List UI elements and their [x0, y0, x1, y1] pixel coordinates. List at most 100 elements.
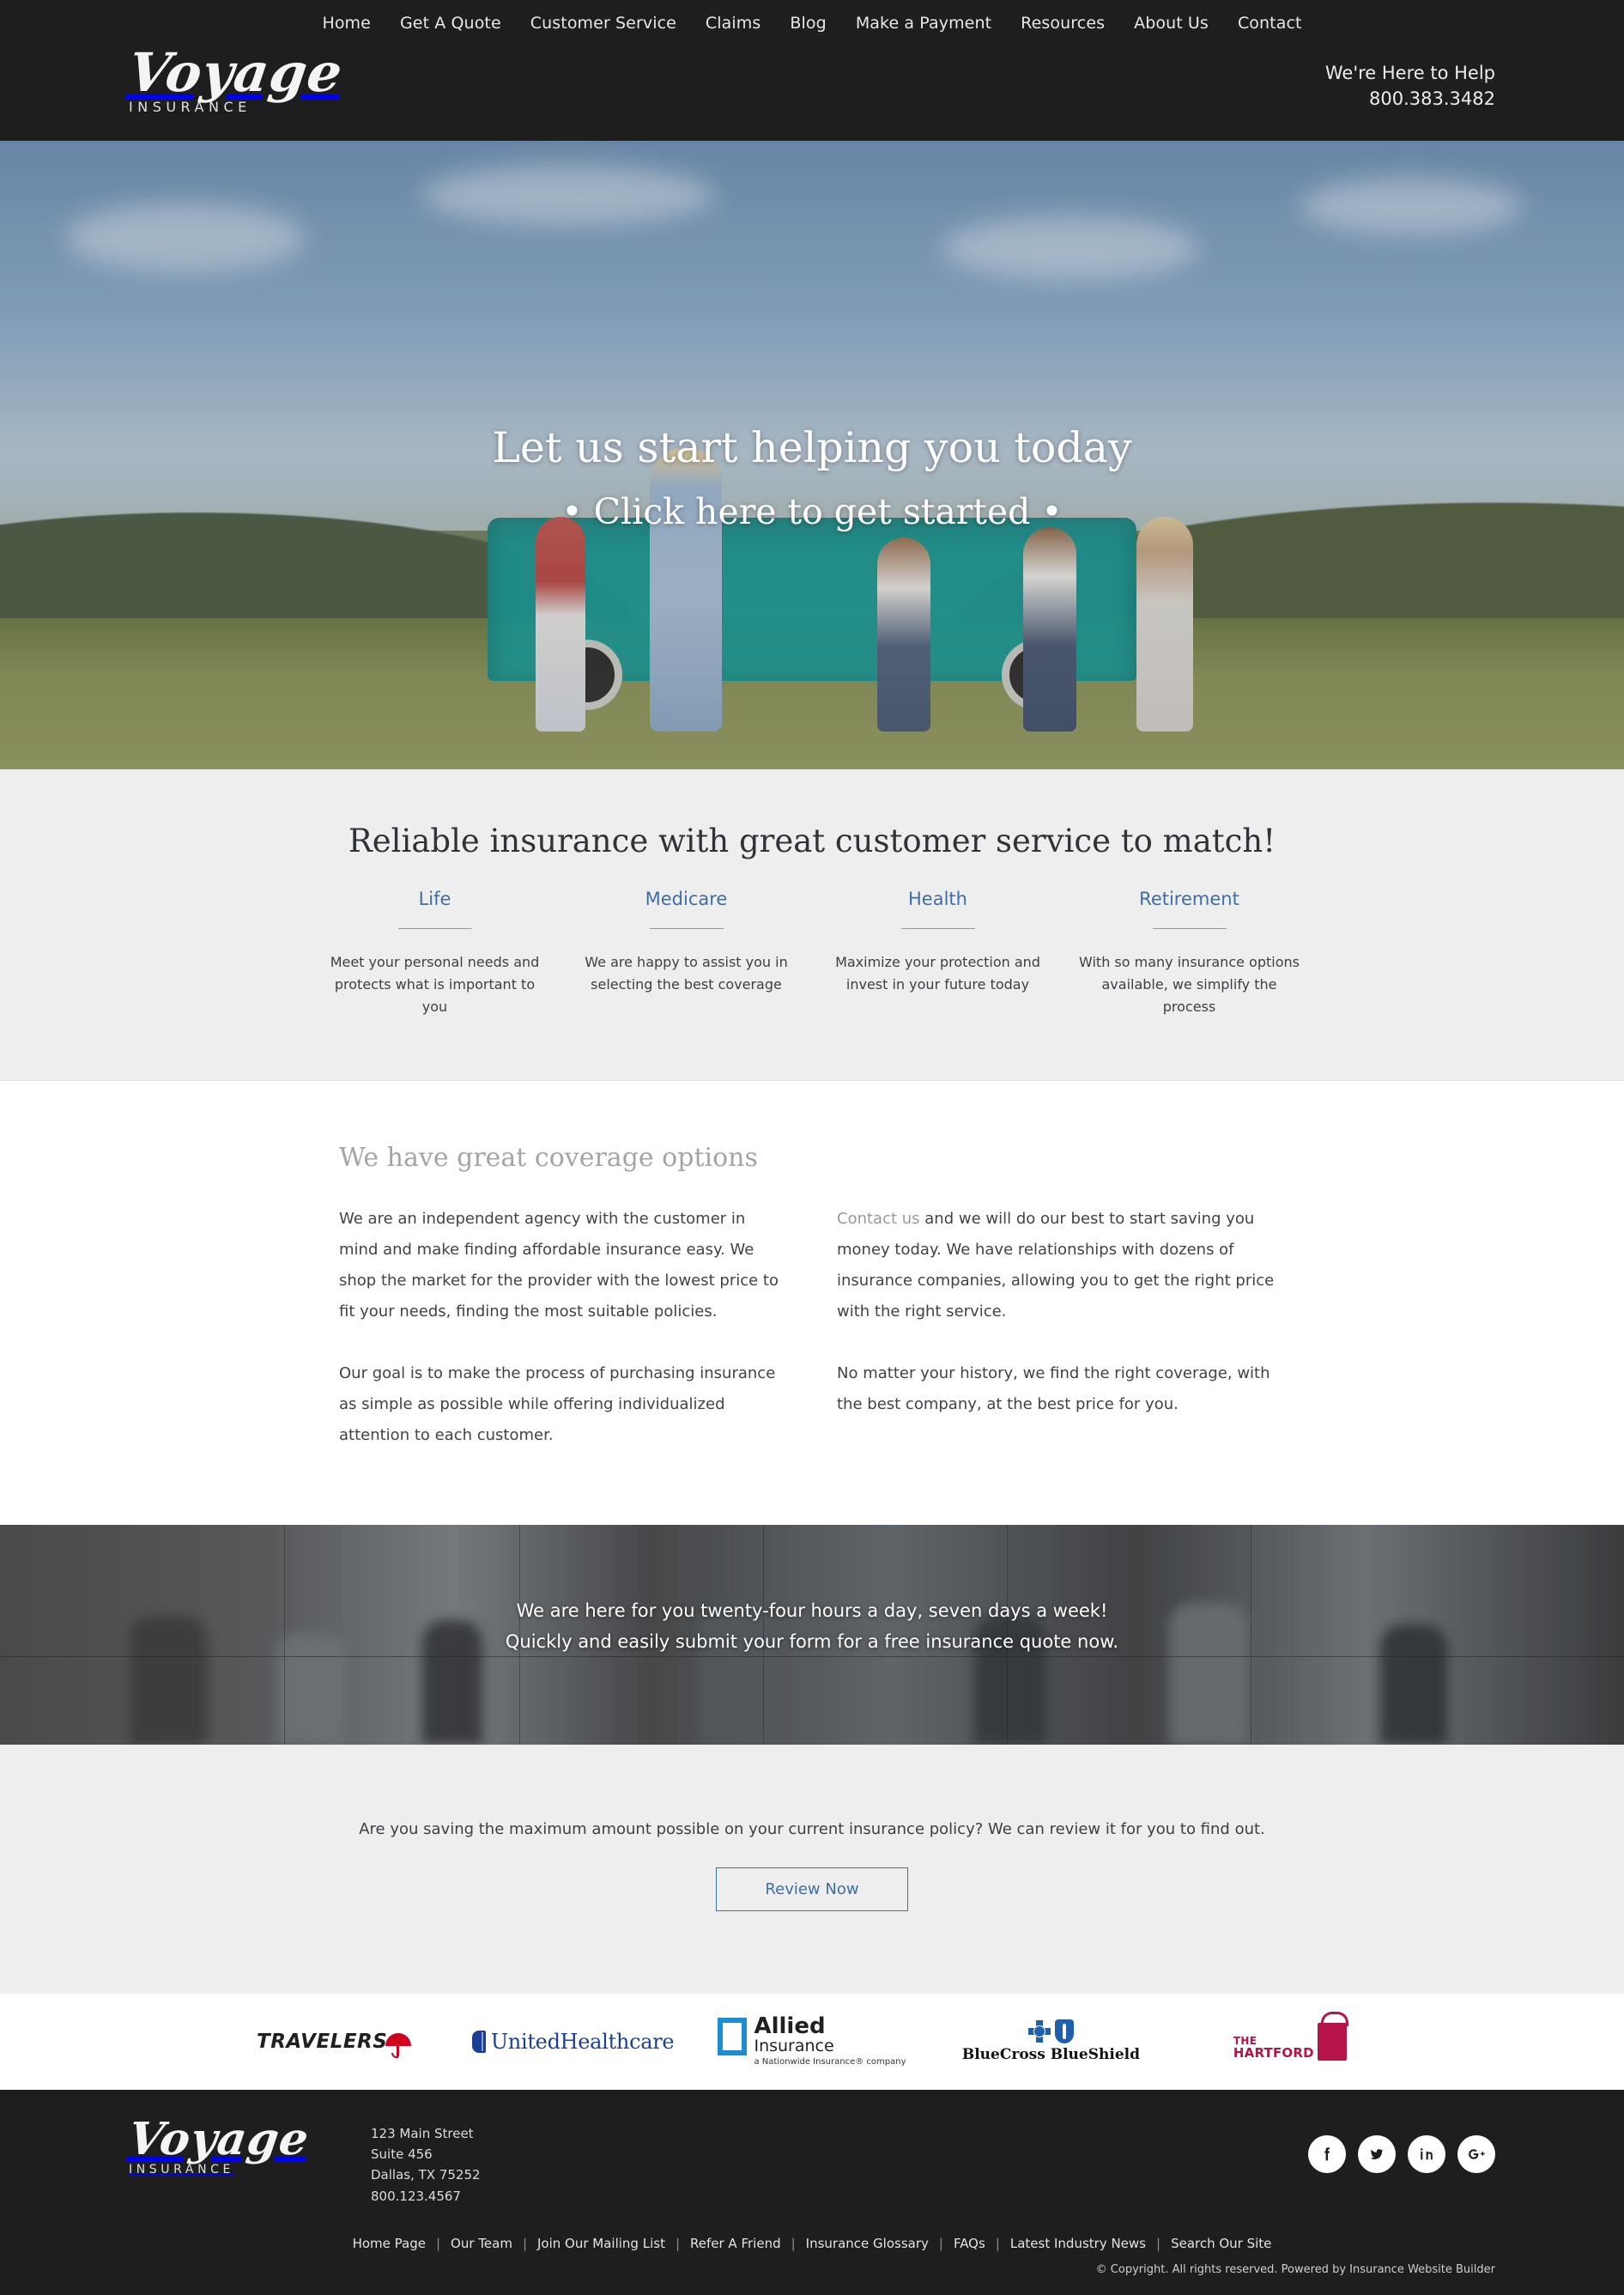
- header-brand-row: Voyage INSURANCE We're Here to Help 800.…: [0, 41, 1624, 141]
- blue-shield-icon: [1054, 2019, 1074, 2044]
- hero-headline: Let us start helping you today: [492, 422, 1132, 472]
- coverage-inner: We have great coverage options We are an…: [0, 1143, 1624, 1451]
- nav-item-claims[interactable]: Claims: [706, 14, 760, 33]
- footer-logo[interactable]: Voyage INSURANCE: [125, 2113, 343, 2177]
- footer-link-latest-industry-news[interactable]: Latest Industry News: [1000, 2236, 1156, 2251]
- service-title[interactable]: Medicare: [573, 889, 800, 909]
- service-link-life[interactable]: Life: [419, 889, 451, 909]
- twitter-icon[interactable]: [1358, 2134, 1396, 2173]
- allied-wordmark: Allied Insurance a Nationwide Insurance®…: [754, 2016, 906, 2067]
- page-root: Home Get A Quote Customer Service Claims…: [0, 0, 1624, 2295]
- service-card-health: Health Maximize your protection and inve…: [812, 889, 1063, 1018]
- carrier-unitedhealthcare[interactable]: UnitedHealthcare: [453, 2016, 692, 2067]
- hartford-wordmark: THE HARTFORD: [1233, 2036, 1314, 2060]
- banner-line-2: Quickly and easily submit your form for …: [505, 1630, 1119, 1652]
- address-phone[interactable]: 800.123.4567: [371, 2186, 481, 2207]
- promo-banner-section: We are here for you twenty-four hours a …: [0, 1524, 1624, 1745]
- services-section: Reliable insurance with great customer s…: [0, 768, 1624, 1081]
- coverage-column-right: Contact us and we will do our best to st…: [837, 1204, 1285, 1451]
- nav-item-get-a-quote[interactable]: Get A Quote: [400, 14, 501, 33]
- nav-item-make-a-payment[interactable]: Make a Payment: [856, 14, 991, 33]
- hero-section: Let us start helping you today • Click h…: [0, 140, 1624, 769]
- divider-rule: [900, 927, 975, 929]
- help-label: We're Here to Help: [1324, 63, 1495, 83]
- nav-item-home[interactable]: Home: [322, 14, 371, 33]
- allied-tagline: a Nationwide Insurance® company: [754, 2056, 906, 2067]
- review-now-button[interactable]: Review Now: [716, 1867, 908, 1911]
- carrier-travelers[interactable]: TRAVELERS: [215, 2016, 453, 2067]
- footer-top-row: Voyage INSURANCE 123 Main Street Suite 4…: [125, 2113, 1495, 2207]
- service-description: With so many insurance options available…: [1079, 953, 1300, 1015]
- cta-text: Are you saving the maximum amount possib…: [359, 1819, 1265, 1838]
- help-contact-block: We're Here to Help 800.383.3482: [1325, 48, 1495, 112]
- linkedin-icon[interactable]: [1408, 2134, 1445, 2173]
- carrier-bluecross-blueshield[interactable]: BlueCross BlueShield: [931, 2016, 1170, 2067]
- travelers-logo: TRAVELERS: [257, 2030, 412, 2058]
- coverage-paragraph: No matter your history, we find the righ…: [837, 1363, 1270, 1413]
- footer-logo-wordmark: Voyage: [124, 2112, 312, 2165]
- address-city-state-zip: Dallas, TX 75252: [371, 2167, 481, 2183]
- hero-text-block: Let us start helping you today • Click h…: [0, 422, 1624, 532]
- travelers-wordmark: TRAVELERS: [257, 2030, 388, 2053]
- service-description: We are happy to assist you in selecting …: [585, 953, 788, 993]
- stag-icon: [1317, 2011, 1348, 2061]
- footer-link-insurance-glossary[interactable]: Insurance Glossary: [796, 2236, 939, 2251]
- footer-link-our-team[interactable]: Our Team: [440, 2236, 523, 2251]
- coverage-heading: We have great coverage options: [339, 1142, 758, 1173]
- service-description: Maximize your protection and invest in y…: [835, 953, 1040, 993]
- service-card-medicare: Medicare We are happy to assist you in s…: [561, 889, 812, 1018]
- carrier-logos-section: TRAVELERS UnitedHealthcare Allied Insura…: [0, 1993, 1624, 2092]
- allied-logo: Allied Insurance a Nationwide Insurance®…: [718, 2016, 906, 2067]
- coverage-columns: We are an independent agency with the cu…: [339, 1204, 1285, 1451]
- service-title[interactable]: Life: [321, 889, 548, 909]
- blue-cross-icon: [1027, 2020, 1051, 2043]
- copyright-text: © Copyright. All rights reserved. Powere…: [1095, 2262, 1495, 2276]
- services-row: Life Meet your personal needs and protec…: [0, 889, 1624, 1018]
- footer-link-home-page[interactable]: Home Page: [342, 2236, 436, 2251]
- primary-navigation: Home Get A Quote Customer Service Claims…: [0, 0, 1624, 43]
- carrier-allied[interactable]: Allied Insurance a Nationwide Insurance®…: [693, 2016, 931, 2067]
- contact-us-link[interactable]: Contact us: [837, 1210, 920, 1228]
- coverage-section: We have great coverage options We are an…: [0, 1080, 1624, 1525]
- footer-link-faqs[interactable]: FAQs: [943, 2236, 996, 2251]
- service-title[interactable]: Retirement: [1076, 889, 1303, 909]
- footer-social-links: [1308, 2118, 1495, 2173]
- unitedhealthcare-logo: UnitedHealthcare: [471, 2030, 675, 2054]
- google-plus-icon[interactable]: [1457, 2134, 1495, 2173]
- site-logo[interactable]: Voyage INSURANCE: [124, 41, 347, 115]
- nav-item-contact[interactable]: Contact: [1238, 14, 1302, 33]
- umbrella-icon: [385, 2032, 412, 2058]
- logo-wordmark: Voyage: [124, 41, 348, 104]
- facebook-icon[interactable]: [1308, 2134, 1346, 2173]
- hero-subheadline[interactable]: • Click here to get started •: [0, 491, 1624, 532]
- nav-item-about-us[interactable]: About Us: [1134, 14, 1209, 33]
- nav-item-customer-service[interactable]: Customer Service: [530, 14, 676, 33]
- service-link-medicare[interactable]: Medicare: [645, 889, 728, 909]
- service-link-retirement[interactable]: Retirement: [1139, 889, 1239, 909]
- allied-line-1: Allied: [754, 2013, 826, 2040]
- bcbs-wordmark: BlueCross BlueShield: [961, 2046, 1140, 2064]
- nav-item-resources[interactable]: Resources: [1021, 14, 1105, 33]
- footer-address: 123 Main Street Suite 456 Dallas, TX 752…: [371, 2118, 481, 2207]
- site-header: Home Get A Quote Customer Service Claims…: [0, 0, 1624, 141]
- uhc-mark-icon: [471, 2030, 486, 2053]
- service-card-life: Life Meet your personal needs and protec…: [309, 889, 561, 1018]
- hero-cta-link[interactable]: • Click here to get started •: [561, 491, 1062, 532]
- nav-item-blog[interactable]: Blog: [790, 14, 826, 33]
- carrier-the-hartford[interactable]: THE HARTFORD: [1171, 2011, 1409, 2067]
- footer-link-search-our-site[interactable]: Search Our Site: [1160, 2236, 1282, 2251]
- footer-logo-subtitle: INSURANCE: [129, 2163, 234, 2177]
- bcbs-logo: BlueCross BlueShield: [962, 2019, 1140, 2063]
- footer-link-refer-a-friend[interactable]: Refer A Friend: [680, 2236, 791, 2251]
- service-link-health[interactable]: Health: [908, 889, 967, 909]
- footer-links: Home Page | Our Team | Join Our Mailing …: [129, 2207, 1495, 2260]
- coverage-paragraph: Our goal is to make the process of purch…: [339, 1363, 776, 1444]
- divider-rule: [649, 927, 724, 929]
- address-suite: Suite 456: [371, 2146, 433, 2162]
- hartford-logo: THE HARTFORD: [1233, 2011, 1348, 2061]
- coverage-column-left: We are an independent agency with the cu…: [339, 1204, 787, 1451]
- footer-link-join-our-mailing-list[interactable]: Join Our Mailing List: [527, 2236, 676, 2251]
- service-title[interactable]: Health: [824, 889, 1051, 909]
- help-phone[interactable]: 800.383.3482: [1325, 86, 1495, 112]
- banner-text-block: We are here for you twenty-four hours a …: [0, 1595, 1624, 1657]
